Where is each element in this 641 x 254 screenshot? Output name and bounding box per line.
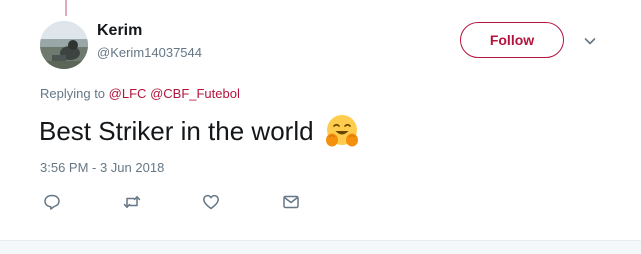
avatar-photo bbox=[40, 21, 88, 69]
tweet-text: Best Striker in the world bbox=[39, 113, 360, 149]
follow-button[interactable]: Follow bbox=[460, 22, 564, 58]
tweet-body: Best Striker in the world bbox=[39, 115, 314, 146]
heart-icon[interactable] bbox=[201, 192, 221, 212]
tweet-timestamp[interactable]: 3:56 PM - 3 Jun 2018 bbox=[40, 160, 164, 175]
replying-to-label: Replying to bbox=[40, 86, 106, 101]
chevron-down-icon[interactable] bbox=[582, 33, 598, 49]
envelope-icon[interactable] bbox=[281, 192, 301, 212]
divider bbox=[40, 183, 600, 184]
tweet-card: Kerim @Kerim14037544 Follow Replying to … bbox=[0, 0, 641, 240]
mention-lfc[interactable]: @LFC bbox=[109, 86, 147, 101]
hugging-face-emoji-icon bbox=[324, 113, 360, 149]
retweet-icon[interactable] bbox=[122, 192, 142, 212]
avatar[interactable] bbox=[40, 21, 88, 69]
author-handle[interactable]: @Kerim14037544 bbox=[97, 45, 202, 60]
replying-to-line: Replying to @LFC @CBF_Futebol bbox=[40, 86, 240, 101]
author-name[interactable]: Kerim bbox=[97, 22, 142, 40]
reply-icon[interactable] bbox=[42, 192, 62, 212]
timeline-separator bbox=[0, 240, 641, 254]
mention-cbf-futebol[interactable]: @CBF_Futebol bbox=[150, 86, 240, 101]
thread-connector-line bbox=[65, 0, 67, 16]
